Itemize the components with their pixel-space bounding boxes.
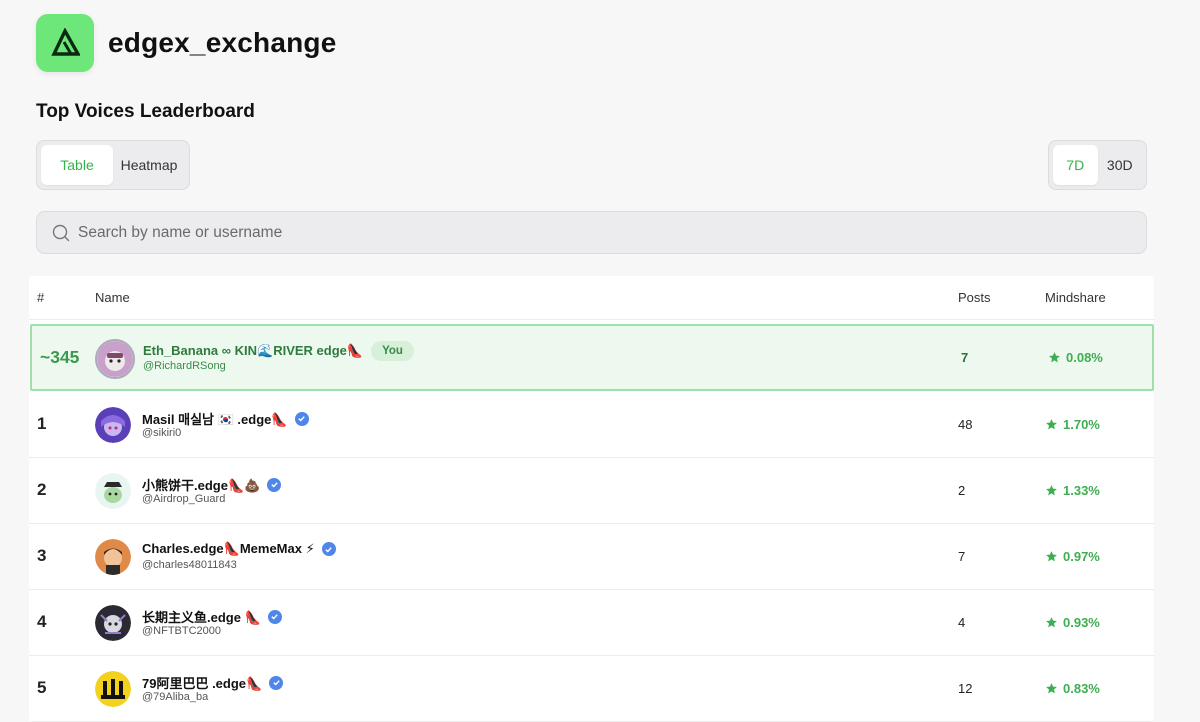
star-icon xyxy=(1046,551,1057,562)
header-rank: # xyxy=(37,290,45,305)
user-name[interactable]: 长期主义鱼.edge 👠 xyxy=(142,607,282,626)
posts-count: 7 xyxy=(958,549,966,564)
posts-count: 48 xyxy=(958,417,973,432)
display-name[interactable]: 79阿里巴巴 .edge👠 xyxy=(142,673,262,692)
verified-check-icon xyxy=(294,411,309,426)
table-row[interactable]: 4 长期主义鱼.edge 👠 @NFTBTC2000 4 0.93% xyxy=(29,590,1154,656)
you-badge: You xyxy=(371,341,414,361)
range-toggle: 7D 30D xyxy=(1048,140,1147,190)
page-header: edgex_exchange xyxy=(36,14,336,72)
star-icon xyxy=(1046,419,1057,430)
search-icon xyxy=(52,224,70,241)
user-name[interactable]: Masil 매실남 🇰🇷 .edge👠 xyxy=(142,409,309,428)
display-name[interactable]: Eth_Banana ∞ KIN🌊RIVER edge👠 xyxy=(143,343,363,359)
rank: 1 xyxy=(37,414,47,433)
display-name[interactable]: 长期主义鱼.edge 👠 xyxy=(142,607,261,626)
user-name[interactable]: Eth_Banana ∞ KIN🌊RIVER edge👠 You xyxy=(143,341,414,361)
search-bar xyxy=(36,211,1147,254)
star-icon xyxy=(1046,485,1057,496)
display-name[interactable]: Charles.edge👠MemeMax ⚡ xyxy=(142,541,315,557)
posts-count: 4 xyxy=(958,615,966,630)
posts-count: 2 xyxy=(958,483,966,498)
rank: 2 xyxy=(37,480,47,499)
rank: 5 xyxy=(37,678,47,697)
view-toggle: Table Heatmap xyxy=(36,140,190,190)
user-handle[interactable]: @NFTBTC2000 xyxy=(142,625,221,637)
table-row[interactable]: 1 Masil 매실남 🇰🇷 .edge👠 @sikiri0 48 1.70% xyxy=(29,392,1154,458)
user-handle[interactable]: @sikiri0 xyxy=(142,427,181,439)
avatar[interactable] xyxy=(95,473,131,509)
avatar[interactable] xyxy=(95,407,131,443)
mindshare-value: 0.93% xyxy=(1045,615,1100,630)
mindshare-value: 1.70% xyxy=(1045,417,1100,432)
star-icon xyxy=(1046,617,1057,628)
display-name[interactable]: Masil 매실남 🇰🇷 .edge👠 xyxy=(142,409,288,428)
mindshare-percent: 0.83% xyxy=(1063,681,1100,696)
rank: 3 xyxy=(37,546,47,565)
mindshare-value: 0.08% xyxy=(1048,350,1103,365)
verified-check-icon xyxy=(269,675,284,690)
user-handle[interactable]: @Airdrop_Guard xyxy=(142,493,225,505)
display-name[interactable]: 小熊饼干.edge👠💩 xyxy=(142,475,260,494)
range-30d[interactable]: 30D xyxy=(1098,145,1143,185)
table-row[interactable]: 3 Charles.edge👠MemeMax ⚡ @charles4801184… xyxy=(29,524,1154,590)
user-name[interactable]: 小熊饼干.edge👠💩 xyxy=(142,475,282,494)
tab-table[interactable]: Table xyxy=(41,145,113,185)
user-handle[interactable]: @RichardRSong xyxy=(143,360,226,372)
user-name[interactable]: Charles.edge👠MemeMax ⚡ xyxy=(142,541,336,557)
edgex-logo xyxy=(36,14,94,72)
search-input[interactable] xyxy=(78,223,978,242)
mindshare-value: 0.83% xyxy=(1045,681,1100,696)
range-7d[interactable]: 7D xyxy=(1053,145,1098,185)
posts-count: 12 xyxy=(958,681,973,696)
posts-count: 7 xyxy=(961,350,969,365)
mindshare-percent: 0.93% xyxy=(1063,615,1100,630)
star-icon xyxy=(1049,352,1060,363)
avatar[interactable] xyxy=(95,605,131,641)
avatar[interactable] xyxy=(95,671,131,707)
table-row[interactable]: 2 小熊饼干.edge👠💩 @Airdrop_Guard 2 1.33% xyxy=(29,458,1154,524)
mindshare-value: 0.97% xyxy=(1045,549,1100,564)
user-name[interactable]: 79阿里巴巴 .edge👠 xyxy=(142,673,284,692)
table-row[interactable]: 5 79阿里巴巴 .edge👠 @79Aliba_ba 12 0.83% xyxy=(29,656,1154,722)
avatar[interactable] xyxy=(95,539,131,575)
star-icon xyxy=(1046,683,1057,694)
leaderboard-title: Top Voices Leaderboard xyxy=(36,101,255,122)
table-header: # Name Posts Mindshare xyxy=(29,276,1154,320)
leaderboard-table: # Name Posts Mindshare ~345 Eth_Banana ∞… xyxy=(29,276,1154,722)
table-row-you[interactable]: ~345 Eth_Banana ∞ KIN🌊RIVER edge👠 You @R… xyxy=(30,324,1154,391)
rank: ~345 xyxy=(40,347,80,367)
header-mindshare[interactable]: Mindshare xyxy=(1045,290,1106,305)
rank: 4 xyxy=(37,612,47,631)
mindshare-percent: 1.33% xyxy=(1063,483,1100,498)
mindshare-value: 1.33% xyxy=(1045,483,1100,498)
brand-name: edgex_exchange xyxy=(108,27,337,58)
user-handle[interactable]: @79Aliba_ba xyxy=(142,691,208,703)
triangle-logo-icon xyxy=(51,28,80,56)
header-posts[interactable]: Posts xyxy=(958,290,991,305)
verified-check-icon xyxy=(267,609,282,624)
mindshare-percent: 0.97% xyxy=(1063,549,1100,564)
avatar[interactable] xyxy=(95,339,135,379)
verified-check-icon xyxy=(321,542,336,556)
mindshare-percent: 1.70% xyxy=(1063,417,1100,432)
verified-check-icon xyxy=(267,477,282,492)
header-name: Name xyxy=(95,290,130,305)
mindshare-percent: 0.08% xyxy=(1066,350,1103,365)
user-handle[interactable]: @charles48011843 xyxy=(142,559,237,571)
tab-heatmap[interactable]: Heatmap xyxy=(113,145,185,185)
